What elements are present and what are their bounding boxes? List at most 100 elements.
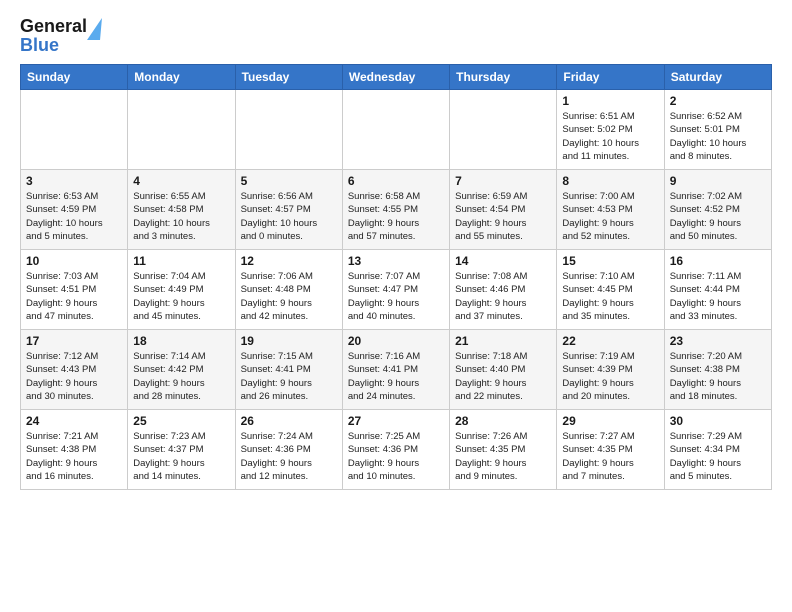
day-info: Sunrise: 6:51 AM Sunset: 5:02 PM Dayligh… <box>562 110 658 163</box>
calendar-cell: 3 Sunrise: 6:53 AM Sunset: 4:59 PM Daylig… <box>21 170 128 250</box>
calendar-cell: 19 Sunrise: 7:15 AM Sunset: 4:41 PM Dayli… <box>235 330 342 410</box>
col-header-monday: Monday <box>128 65 235 90</box>
day-number: 18 <box>133 334 229 348</box>
calendar-cell: 25 Sunrise: 7:23 AM Sunset: 4:37 PM Dayli… <box>128 410 235 490</box>
calendar-cell: 24 Sunrise: 7:21 AM Sunset: 4:38 PM Dayli… <box>21 410 128 490</box>
day-info: Sunrise: 7:26 AM Sunset: 4:35 PM Dayligh… <box>455 430 551 483</box>
calendar-cell: 1 Sunrise: 6:51 AM Sunset: 5:02 PM Daylig… <box>557 90 664 170</box>
calendar-cell: 16Sunrise: 7:11 AM Sunset: 4:44 PM Dayli… <box>664 250 771 330</box>
day-info: Sunrise: 7:18 AM Sunset: 4:40 PM Dayligh… <box>455 350 551 403</box>
day-number: 28 <box>455 414 551 428</box>
day-info: Sunrise: 7:27 AM Sunset: 4:35 PM Dayligh… <box>562 430 658 483</box>
calendar-cell: 21Sunrise: 7:18 AM Sunset: 4:40 PM Dayli… <box>450 330 557 410</box>
day-number: 7 <box>455 174 551 188</box>
day-info: Sunrise: 7:12 AM Sunset: 4:43 PM Dayligh… <box>26 350 122 403</box>
day-number: 4 <box>133 174 229 188</box>
day-info: Sunrise: 7:04 AM Sunset: 4:49 PM Dayligh… <box>133 270 229 323</box>
calendar-cell: 22 Sunrise: 7:19 AM Sunset: 4:39 PM Dayli… <box>557 330 664 410</box>
day-number: 19 <box>241 334 337 348</box>
col-header-sunday: Sunday <box>21 65 128 90</box>
day-info: Sunrise: 7:08 AM Sunset: 4:46 PM Dayligh… <box>455 270 551 323</box>
day-number: 14 <box>455 254 551 268</box>
day-number: 25 <box>133 414 229 428</box>
calendar-cell: 28 Sunrise: 7:26 AM Sunset: 4:35 PM Dayli… <box>450 410 557 490</box>
day-info: Sunrise: 7:00 AM Sunset: 4:53 PM Dayligh… <box>562 190 658 243</box>
calendar-cell: 12Sunrise: 7:06 AM Sunset: 4:48 PM Dayli… <box>235 250 342 330</box>
calendar-cell: 26Sunrise: 7:24 AM Sunset: 4:36 PM Dayli… <box>235 410 342 490</box>
day-number: 30 <box>670 414 766 428</box>
calendar-cell: 9 Sunrise: 7:02 AM Sunset: 4:52 PM Daylig… <box>664 170 771 250</box>
day-info: Sunrise: 7:16 AM Sunset: 4:41 PM Dayligh… <box>348 350 444 403</box>
day-number: 10 <box>26 254 122 268</box>
day-info: Sunrise: 6:59 AM Sunset: 4:54 PM Dayligh… <box>455 190 551 243</box>
col-header-friday: Friday <box>557 65 664 90</box>
day-number: 11 <box>133 254 229 268</box>
calendar-cell: 6 Sunrise: 6:58 AM Sunset: 4:55 PM Daylig… <box>342 170 449 250</box>
week-row-1: 1 Sunrise: 6:51 AM Sunset: 5:02 PM Daylig… <box>21 90 772 170</box>
col-header-wednesday: Wednesday <box>342 65 449 90</box>
day-number: 22 <box>562 334 658 348</box>
day-number: 24 <box>26 414 122 428</box>
day-number: 2 <box>670 94 766 108</box>
logo-blue: Blue <box>20 35 59 56</box>
day-info: Sunrise: 7:14 AM Sunset: 4:42 PM Dayligh… <box>133 350 229 403</box>
day-info: Sunrise: 7:10 AM Sunset: 4:45 PM Dayligh… <box>562 270 658 323</box>
header-row: SundayMondayTuesdayWednesdayThursdayFrid… <box>21 65 772 90</box>
col-header-thursday: Thursday <box>450 65 557 90</box>
calendar-cell: 27 Sunrise: 7:25 AM Sunset: 4:36 PM Dayli… <box>342 410 449 490</box>
calendar-cell <box>342 90 449 170</box>
day-info: Sunrise: 6:58 AM Sunset: 4:55 PM Dayligh… <box>348 190 444 243</box>
day-number: 8 <box>562 174 658 188</box>
day-info: Sunrise: 7:21 AM Sunset: 4:38 PM Dayligh… <box>26 430 122 483</box>
calendar-cell: 5 Sunrise: 6:56 AM Sunset: 4:57 PM Daylig… <box>235 170 342 250</box>
col-header-saturday: Saturday <box>664 65 771 90</box>
calendar-cell: 29 Sunrise: 7:27 AM Sunset: 4:35 PM Dayli… <box>557 410 664 490</box>
day-number: 20 <box>348 334 444 348</box>
week-row-4: 17 Sunrise: 7:12 AM Sunset: 4:43 PM Dayli… <box>21 330 772 410</box>
calendar-cell: 18 Sunrise: 7:14 AM Sunset: 4:42 PM Dayli… <box>128 330 235 410</box>
day-info: Sunrise: 7:02 AM Sunset: 4:52 PM Dayligh… <box>670 190 766 243</box>
calendar-cell: 7 Sunrise: 6:59 AM Sunset: 4:54 PM Daylig… <box>450 170 557 250</box>
calendar-cell <box>450 90 557 170</box>
day-number: 9 <box>670 174 766 188</box>
calendar-cell: 17 Sunrise: 7:12 AM Sunset: 4:43 PM Dayli… <box>21 330 128 410</box>
day-number: 26 <box>241 414 337 428</box>
day-number: 23 <box>670 334 766 348</box>
day-number: 5 <box>241 174 337 188</box>
calendar-cell <box>21 90 128 170</box>
day-info: Sunrise: 7:03 AM Sunset: 4:51 PM Dayligh… <box>26 270 122 323</box>
day-info: Sunrise: 7:19 AM Sunset: 4:39 PM Dayligh… <box>562 350 658 403</box>
day-info: Sunrise: 7:11 AM Sunset: 4:44 PM Dayligh… <box>670 270 766 323</box>
logo-general: General <box>20 16 87 36</box>
day-number: 29 <box>562 414 658 428</box>
calendar-cell: 30 Sunrise: 7:29 AM Sunset: 4:34 PM Dayli… <box>664 410 771 490</box>
col-header-tuesday: Tuesday <box>235 65 342 90</box>
day-info: Sunrise: 6:53 AM Sunset: 4:59 PM Dayligh… <box>26 190 122 243</box>
calendar-cell: 14 Sunrise: 7:08 AM Sunset: 4:46 PM Dayli… <box>450 250 557 330</box>
calendar-cell <box>128 90 235 170</box>
day-info: Sunrise: 7:15 AM Sunset: 4:41 PM Dayligh… <box>241 350 337 403</box>
week-row-2: 3 Sunrise: 6:53 AM Sunset: 4:59 PM Daylig… <box>21 170 772 250</box>
day-info: Sunrise: 7:20 AM Sunset: 4:38 PM Dayligh… <box>670 350 766 403</box>
day-number: 1 <box>562 94 658 108</box>
day-number: 15 <box>562 254 658 268</box>
day-info: Sunrise: 7:29 AM Sunset: 4:34 PM Dayligh… <box>670 430 766 483</box>
day-number: 27 <box>348 414 444 428</box>
day-number: 17 <box>26 334 122 348</box>
logo: General Blue <box>20 16 87 56</box>
day-info: Sunrise: 7:25 AM Sunset: 4:36 PM Dayligh… <box>348 430 444 483</box>
calendar-cell: 20 Sunrise: 7:16 AM Sunset: 4:41 PM Dayli… <box>342 330 449 410</box>
calendar-cell: 11 Sunrise: 7:04 AM Sunset: 4:49 PM Dayli… <box>128 250 235 330</box>
day-info: Sunrise: 6:52 AM Sunset: 5:01 PM Dayligh… <box>670 110 766 163</box>
day-info: Sunrise: 7:23 AM Sunset: 4:37 PM Dayligh… <box>133 430 229 483</box>
calendar-cell: 13 Sunrise: 7:07 AM Sunset: 4:47 PM Dayli… <box>342 250 449 330</box>
day-info: Sunrise: 7:07 AM Sunset: 4:47 PM Dayligh… <box>348 270 444 323</box>
day-number: 6 <box>348 174 444 188</box>
calendar-cell <box>235 90 342 170</box>
day-info: Sunrise: 6:55 AM Sunset: 4:58 PM Dayligh… <box>133 190 229 243</box>
day-number: 3 <box>26 174 122 188</box>
day-info: Sunrise: 6:56 AM Sunset: 4:57 PM Dayligh… <box>241 190 337 243</box>
week-row-5: 24 Sunrise: 7:21 AM Sunset: 4:38 PM Dayli… <box>21 410 772 490</box>
day-number: 13 <box>348 254 444 268</box>
week-row-3: 10 Sunrise: 7:03 AM Sunset: 4:51 PM Dayli… <box>21 250 772 330</box>
